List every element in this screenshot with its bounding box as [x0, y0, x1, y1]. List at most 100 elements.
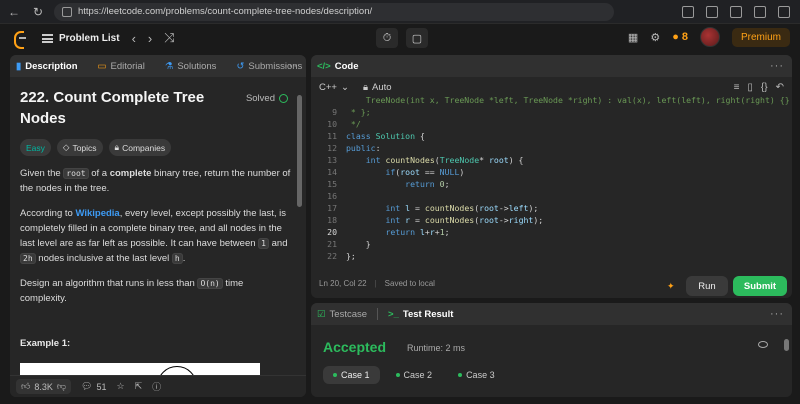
favorite-icon[interactable] — [706, 5, 718, 18]
star-icon[interactable]: ☆ — [117, 381, 125, 392]
description-icon: ▮ — [16, 60, 22, 72]
tab-testcase[interactable]: ☑ Testcase — [317, 309, 367, 320]
prev-problem-icon[interactable]: ‹ — [132, 31, 136, 46]
result-status: Accepted — [323, 339, 387, 355]
companies-label: Companies — [122, 142, 166, 153]
case-tab[interactable]: Case 3 — [448, 366, 505, 384]
code-line: 15 return 0; — [327, 179, 450, 189]
code-line: 20 return l+r+1; — [327, 227, 450, 237]
solved-status: Solved — [246, 93, 288, 104]
debug-icon[interactable]: ✦ — [667, 281, 677, 291]
more-icon[interactable]: ··· — [284, 60, 298, 72]
companies-chip[interactable]: 🔒︎ Companies — [108, 139, 172, 156]
code-line: 18 int r = countNodes(root->right); — [327, 215, 544, 225]
tab-solutions[interactable]: ⚗ Solutions — [165, 61, 217, 72]
reset-icon[interactable]: ↶ — [776, 82, 784, 93]
tab-test-result[interactable]: >_ Test Result — [388, 309, 453, 320]
problem-list-button[interactable]: Problem List — [42, 33, 120, 44]
list-icon — [42, 33, 53, 43]
thumbs-down-icon[interactable]: 👎︎ — [57, 381, 66, 392]
help-icon[interactable]: ⓘ — [152, 380, 161, 393]
settings-gear-icon[interactable]: ⚙ — [650, 31, 660, 44]
avatar[interactable] — [699, 27, 720, 47]
description-content: 222. Count Complete Tree Nodes Solved Ea… — [10, 77, 306, 397]
layout-icon[interactable]: ▦ — [628, 31, 638, 44]
case-label: Case 3 — [466, 370, 495, 380]
paragraph: Design an algorithm that runs in less th… — [20, 278, 244, 304]
code-tabbar: </> Code ··· — [311, 55, 792, 77]
submissions-icon: ↺ — [236, 60, 245, 72]
language-select[interactable]: C++ ⌄ — [319, 82, 349, 93]
scrollbar[interactable] — [784, 339, 789, 351]
bookmark-icon[interactable]: ▯ — [747, 82, 753, 93]
back-icon[interactable]: ← — [6, 4, 22, 20]
site-info-icon[interactable] — [62, 6, 72, 17]
lock-icon: 🔒︎ — [114, 142, 120, 152]
format-icon[interactable]: ≡ — [734, 82, 740, 93]
reload-icon[interactable]: ↻ — [30, 4, 46, 20]
page-title: 222. Count Complete Tree Nodes — [20, 89, 205, 127]
fire-icon: ● — [672, 31, 679, 43]
wikipedia-link[interactable]: Wikipedia — [75, 208, 119, 219]
more-icon[interactable]: ··· — [770, 60, 784, 72]
streak-count: 8 — [681, 31, 688, 43]
lock-icon: 🔒︎ — [362, 81, 368, 93]
like-button[interactable]: 👍︎ 8.3K 👎︎ — [16, 379, 72, 394]
premium-button[interactable]: Premium — [731, 27, 790, 47]
code-line: 12 public: — [327, 143, 381, 153]
check-circle-icon — [279, 94, 288, 103]
description-tabs: ▮ Description ▭ Editorial ⚗ Solutions ↺ … — [10, 55, 306, 77]
notes-icon[interactable]: ▢ — [406, 28, 428, 48]
code-line: TreeNode(int x, TreeNode *left, TreeNode… — [346, 97, 790, 105]
code-panel: </> Code ··· C++ ⌄ 🔒︎ Auto ≡ ▯ {} ↶ Tree… — [311, 55, 792, 298]
test-tabbar: ☑ Testcase >_ Test Result ··· — [311, 303, 792, 325]
timer-icon[interactable]: ⏱ — [376, 28, 398, 48]
pass-dot-icon — [333, 373, 337, 377]
extension-icon[interactable] — [682, 5, 694, 18]
tab-code-label: Code — [334, 60, 359, 72]
code-line: 9 * }; — [332, 107, 371, 117]
profile-icon[interactable] — [754, 5, 766, 18]
eye-icon[interactable] — [758, 341, 768, 348]
streak-counter[interactable]: ● 8 — [672, 31, 688, 43]
address-bar[interactable]: https://leetcode.com/problems/count-comp… — [54, 2, 614, 21]
more-icon[interactable]: ··· — [770, 308, 784, 320]
editor-status: Ln 20, Col 22 | Saved to local — [319, 279, 435, 288]
chevron-down-icon: ⌄ — [340, 81, 349, 93]
next-problem-icon[interactable]: › — [148, 31, 152, 46]
code-line: 14 if(root == NULL) — [327, 167, 465, 177]
tab-editorial[interactable]: ▭ Editorial — [98, 61, 145, 72]
editorial-icon: ▭ — [97, 60, 107, 72]
share-icon[interactable]: ⇱ — [135, 381, 143, 392]
case-tab[interactable]: Case 2 — [386, 366, 443, 384]
solutions-icon: ⚗ — [164, 60, 174, 72]
case-tab[interactable]: Case 1 — [323, 366, 380, 384]
leetcode-logo-icon[interactable] — [10, 29, 28, 49]
cursor-position: Ln 20, Col 22 — [319, 279, 367, 288]
shuffle-icon[interactable]: ⤨ — [164, 30, 174, 46]
comment-icon: 💬︎ — [81, 381, 93, 391]
difficulty-badge[interactable]: Easy — [20, 139, 51, 156]
case-label: Case 2 — [403, 370, 433, 380]
code-line: 22}; — [327, 251, 356, 261]
code-line: 21 } — [327, 239, 371, 249]
auto-mode[interactable]: 🔒︎ Auto — [363, 82, 392, 93]
pass-dot-icon — [458, 373, 463, 377]
tab-description[interactable]: ▮ Description — [16, 61, 78, 72]
checkbox-icon: ☑ — [317, 308, 326, 320]
case-label: Case 1 — [341, 370, 370, 380]
description-footer: 👍︎ 8.3K 👎︎ 💬︎ 51 ☆ ⇱ ⓘ — [10, 375, 306, 397]
run-button[interactable]: Run — [686, 276, 728, 296]
tab-code[interactable]: </> Code — [317, 61, 359, 72]
url-text: https://leetcode.com/problems/count-comp… — [78, 6, 373, 17]
topics-chip[interactable]: ◇ Topics — [56, 139, 103, 156]
comments-button[interactable]: 💬︎ 51 — [81, 381, 106, 392]
code-editor[interactable]: TreeNode(int x, TreeNode *left, TreeNode… — [311, 97, 792, 277]
browser-actions — [682, 5, 794, 18]
collections-icon[interactable] — [730, 5, 742, 18]
braces-icon[interactable]: {} — [761, 82, 768, 93]
submit-button[interactable]: Submit — [733, 276, 787, 296]
problem-description: Given the root of a complete binary tree… — [20, 166, 292, 306]
scrollbar[interactable] — [297, 95, 302, 207]
copilot-icon[interactable] — [778, 5, 790, 18]
